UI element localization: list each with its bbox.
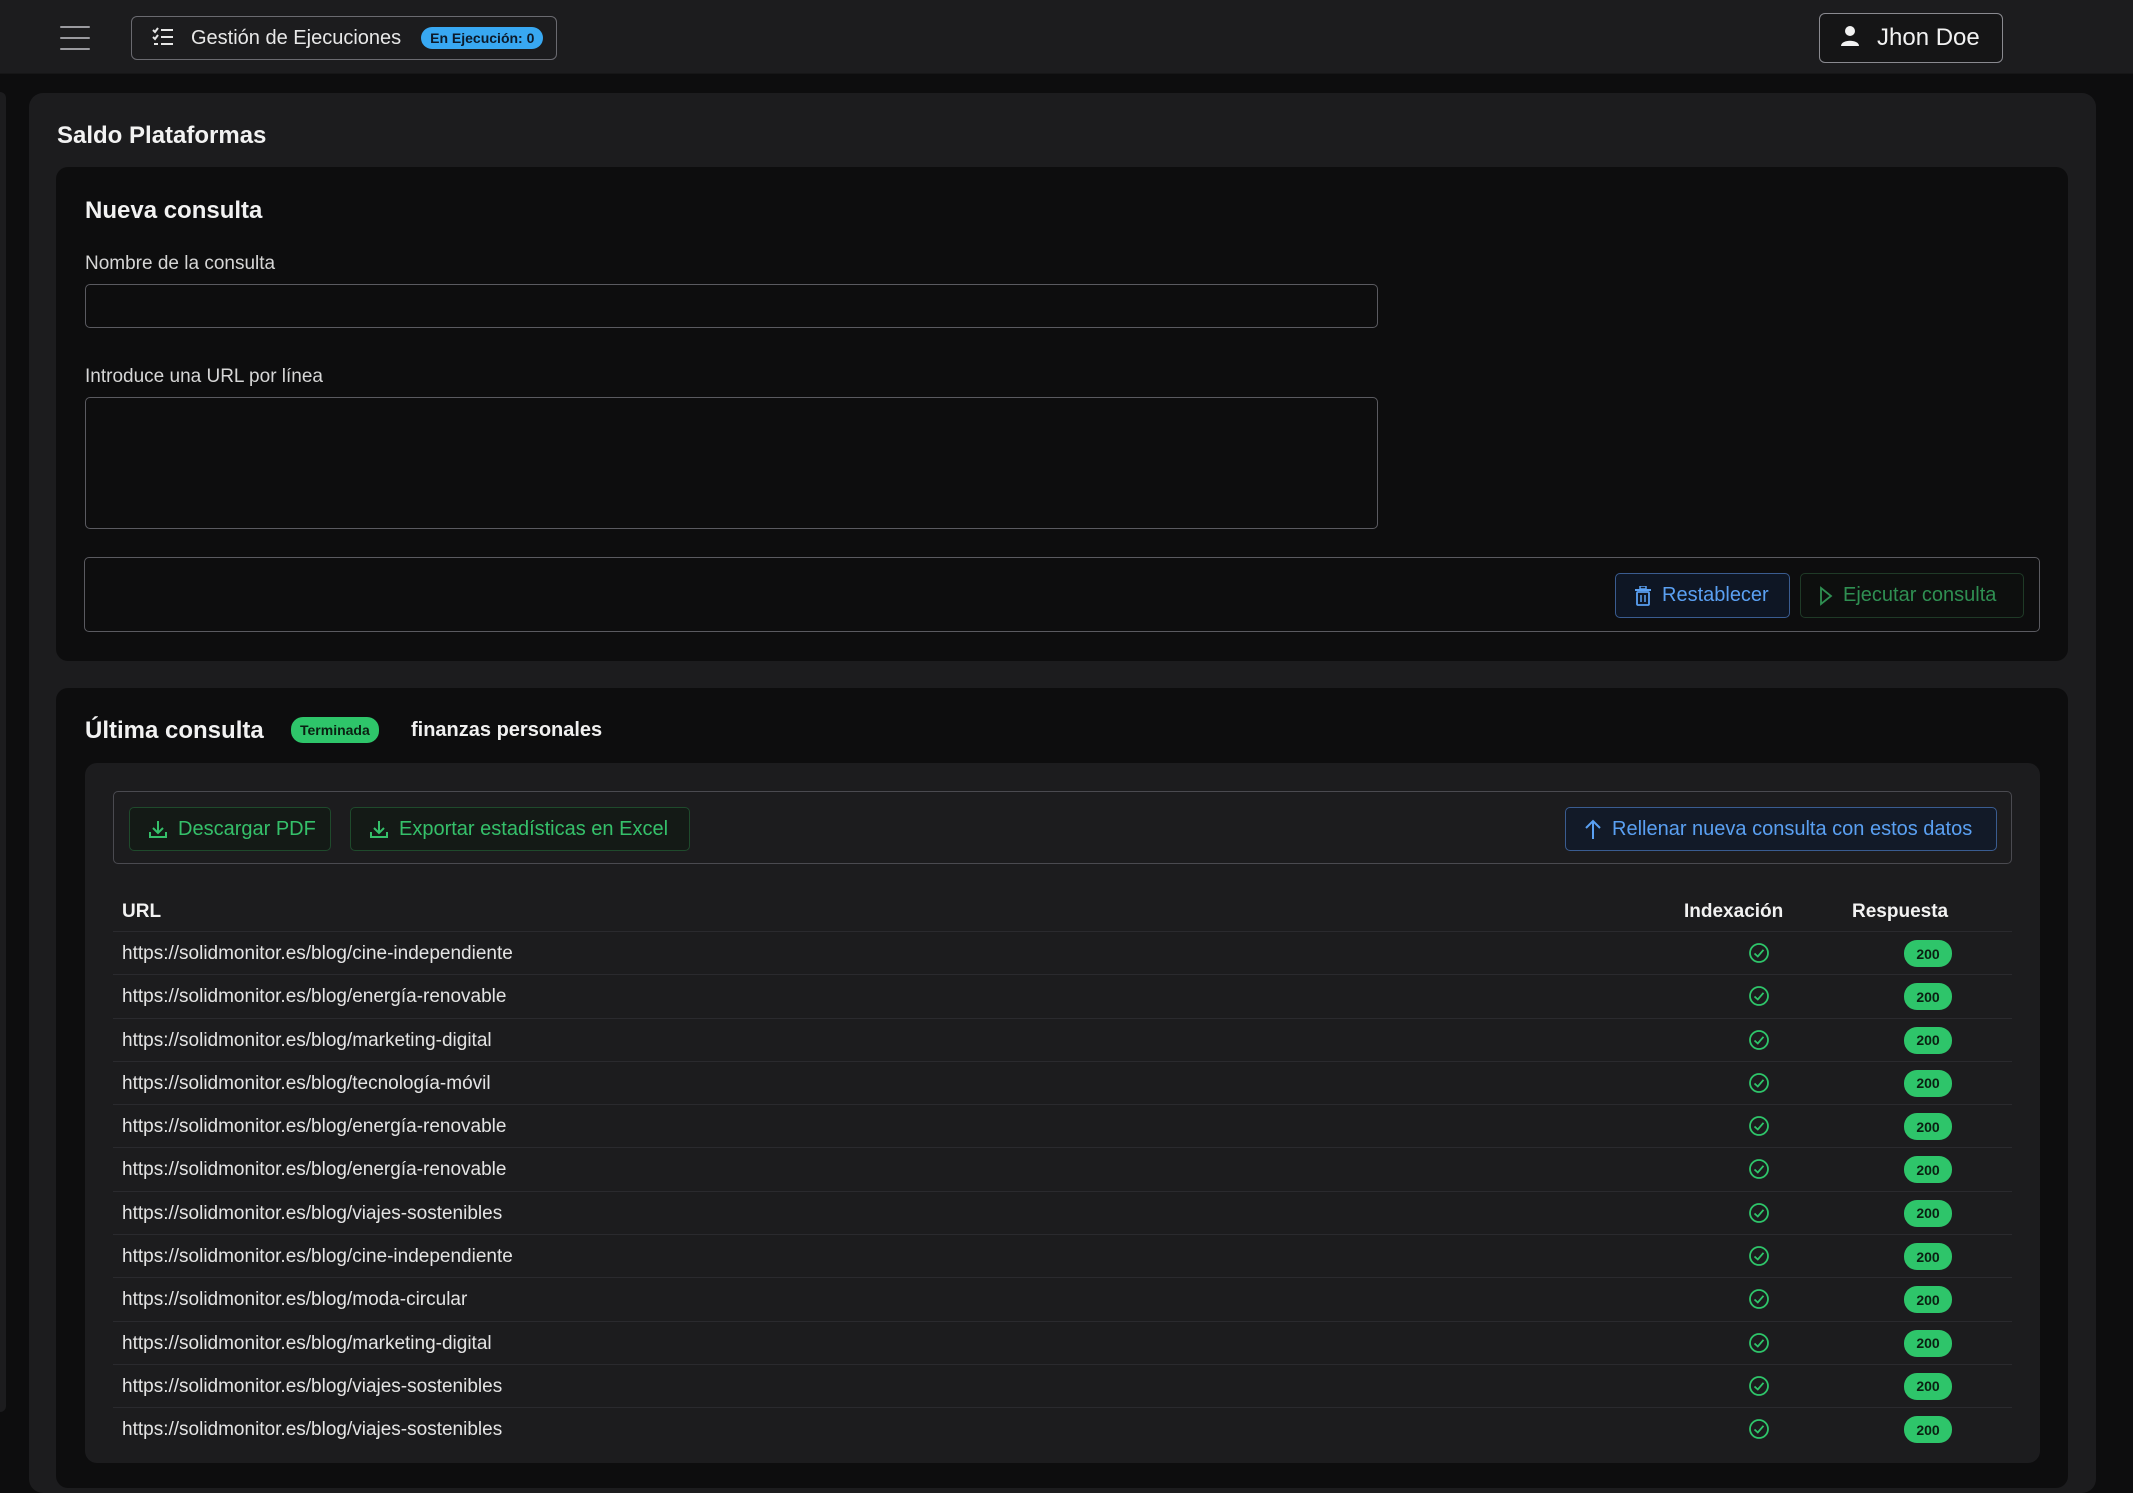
row-url: https://solidmonitor.es/blog/viajes-sost… <box>122 1375 503 1397</box>
urls-textarea[interactable] <box>85 397 1378 529</box>
download-icon <box>149 821 167 838</box>
top-bar: Gestión de Ejecuciones En Ejecución: 0 J… <box>0 0 2133 74</box>
check-circle-icon <box>1749 1246 1769 1266</box>
query-name-input[interactable] <box>85 284 1378 328</box>
table-row: https://solidmonitor.es/blog/cine-indepe… <box>113 1234 2012 1277</box>
check-circle-icon <box>1749 1289 1769 1310</box>
check-circle-icon <box>1749 986 1769 1007</box>
response-code-badge: 200 <box>1904 1156 1952 1184</box>
query-name-label: Nombre de la consulta <box>85 253 276 274</box>
response-code-badge: 200 <box>1904 1372 1952 1400</box>
check-circle-icon <box>1749 943 1769 963</box>
trash-icon <box>1635 585 1651 606</box>
table-row: https://solidmonitor.es/blog/marketing-d… <box>113 1017 2012 1061</box>
row-url: https://solidmonitor.es/blog/viajes-sost… <box>122 1419 503 1441</box>
download-pdf-label: Descargar PDF <box>178 817 316 840</box>
row-url: https://solidmonitor.es/blog/cine-indepe… <box>122 1246 513 1268</box>
sidebar-edge <box>0 92 6 1412</box>
row-url: https://solidmonitor.es/blog/viajes-sost… <box>122 1202 503 1224</box>
column-header-response: Respuesta <box>1852 901 1949 922</box>
user-menu-button[interactable]: Jhon Doe <box>1819 13 2003 63</box>
table-row: https://solidmonitor.es/blog/viajes-sost… <box>113 1407 2012 1450</box>
row-url: https://solidmonitor.es/blog/moda-circul… <box>122 1289 468 1311</box>
check-circle-icon <box>1749 1332 1769 1353</box>
user-name: Jhon Doe <box>1877 24 1980 51</box>
results-table-body: https://solidmonitor.es/blog/cine-indepe… <box>113 931 2012 1451</box>
user-icon <box>1840 25 1860 52</box>
hamburger-menu-icon[interactable] <box>60 26 90 50</box>
row-url: https://solidmonitor.es/blog/energía-ren… <box>122 1116 507 1138</box>
table-row: https://solidmonitor.es/blog/marketing-d… <box>113 1320 2012 1364</box>
column-header-indexation: Indexación <box>1684 901 1784 922</box>
response-code-badge: 200 <box>1904 983 1952 1011</box>
table-row: https://solidmonitor.es/blog/tecnología-… <box>113 1060 2012 1104</box>
reset-button[interactable]: Restablecer <box>1615 573 1790 618</box>
row-url: https://solidmonitor.es/blog/marketing-d… <box>122 1029 492 1051</box>
fill-new-query-button[interactable]: Rellenar nueva consulta con estos datos <box>1565 807 1997 851</box>
table-row: https://solidmonitor.es/blog/energía-ren… <box>113 974 2012 1017</box>
check-circle-icon <box>1749 1116 1769 1137</box>
check-circle-icon <box>1749 1029 1769 1050</box>
task-list-icon <box>152 26 174 51</box>
row-url: https://solidmonitor.es/blog/energía-ren… <box>122 986 507 1008</box>
row-url: https://solidmonitor.es/blog/marketing-d… <box>122 1332 492 1354</box>
check-circle-icon <box>1749 1419 1769 1440</box>
export-excel-label: Exportar estadísticas en Excel <box>399 817 669 840</box>
response-code-badge: 200 <box>1904 1113 1952 1141</box>
response-code-badge: 200 <box>1904 1199 1952 1227</box>
check-circle-icon <box>1749 1072 1769 1093</box>
executions-button[interactable]: Gestión de Ejecuciones En Ejecución: 0 <box>131 16 557 60</box>
table-row: https://solidmonitor.es/blog/energía-ren… <box>113 1104 2012 1147</box>
status-badge: Terminada <box>291 717 379 743</box>
response-code-badge: 200 <box>1904 1026 1952 1054</box>
urls-label: Introduce una URL por línea <box>85 366 324 387</box>
execute-query-button[interactable]: Ejecutar consulta <box>1800 573 2024 618</box>
fill-new-query-label: Rellenar nueva consulta con estos datos <box>1612 817 1973 840</box>
check-circle-icon <box>1749 1202 1769 1223</box>
row-url: https://solidmonitor.es/blog/energía-ren… <box>122 1159 507 1181</box>
response-code-badge: 200 <box>1904 1286 1952 1314</box>
download-icon <box>370 821 388 838</box>
check-circle-icon <box>1749 1159 1769 1180</box>
check-circle-icon <box>1749 1376 1769 1396</box>
response-code-badge: 200 <box>1904 940 1952 967</box>
response-code-badge: 200 <box>1904 1069 1952 1097</box>
column-header-url: URL <box>122 901 162 922</box>
row-url: https://solidmonitor.es/blog/tecnología-… <box>122 1072 491 1094</box>
response-code-badge: 200 <box>1904 1416 1952 1444</box>
table-row: https://solidmonitor.es/blog/viajes-sost… <box>113 1190 2012 1234</box>
executions-label: Gestión de Ejecuciones <box>191 26 402 49</box>
table-row: https://solidmonitor.es/blog/viajes-sost… <box>113 1363 2012 1407</box>
row-url: https://solidmonitor.es/blog/cine-indepe… <box>122 943 513 964</box>
last-query-name: finanzas personales <box>411 719 603 741</box>
play-icon <box>1820 585 1833 606</box>
arrow-up-icon <box>1585 819 1601 839</box>
response-code-badge: 200 <box>1904 1243 1952 1271</box>
export-excel-button[interactable]: Exportar estadísticas en Excel <box>350 807 690 851</box>
reset-label: Restablecer <box>1662 584 1769 606</box>
table-row: https://solidmonitor.es/blog/cine-indepe… <box>113 931 2012 974</box>
last-query-title: Última consulta <box>85 717 264 744</box>
table-row: https://solidmonitor.es/blog/moda-circul… <box>113 1277 2012 1320</box>
table-row: https://solidmonitor.es/blog/energía-ren… <box>113 1147 2012 1190</box>
response-code-badge: 200 <box>1904 1329 1952 1357</box>
new-query-title: Nueva consulta <box>85 197 263 224</box>
page-title: Saldo Plataformas <box>57 122 267 149</box>
download-pdf-button[interactable]: Descargar PDF <box>129 807 331 851</box>
running-count-badge: En Ejecución: 0 <box>421 27 544 49</box>
execute-query-label: Ejecutar consulta <box>1843 584 1997 606</box>
